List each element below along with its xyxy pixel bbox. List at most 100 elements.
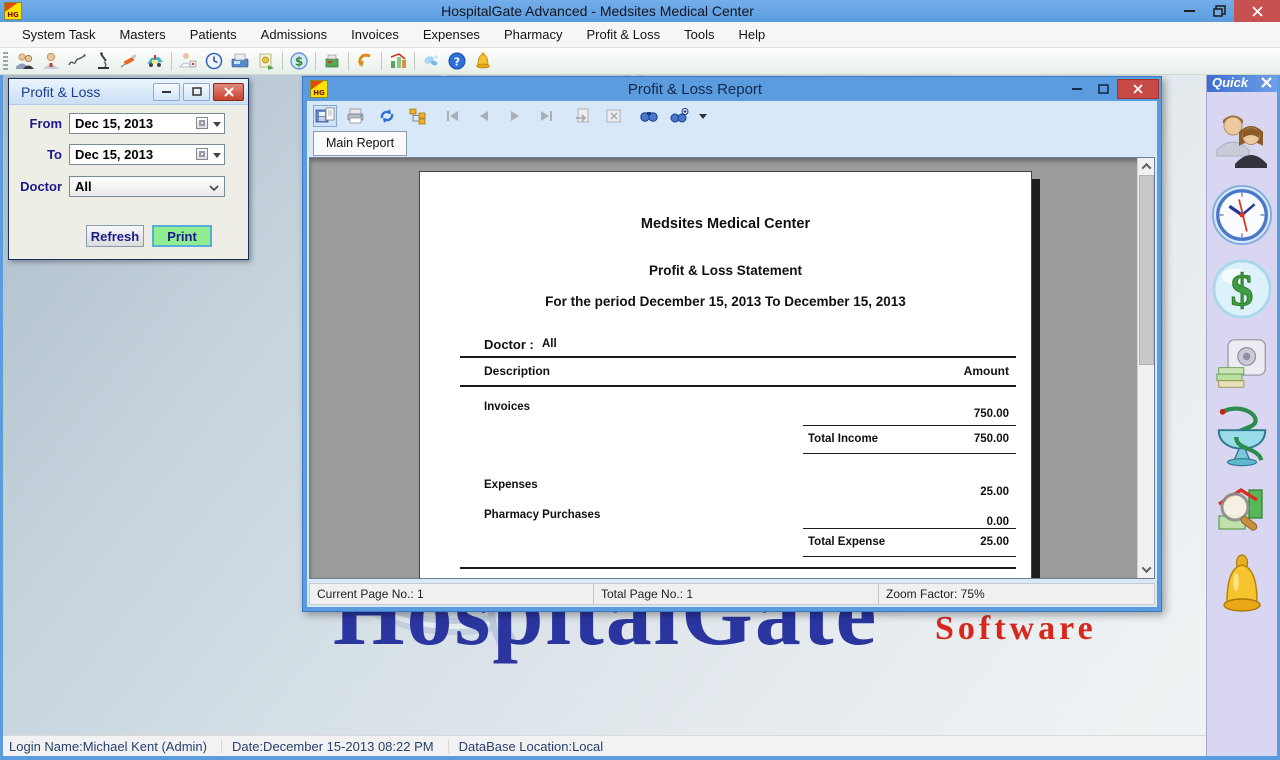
print-button[interactable]: Print (152, 225, 212, 247)
menu-item-pharmacy[interactable]: Pharmacy (492, 22, 575, 48)
menu-item-invoices[interactable]: Invoices (339, 22, 411, 48)
dialog-titlebar: Profit & Loss (9, 79, 248, 105)
report-page-viewer[interactable]: Medsites Medical Center Profit & Loss St… (309, 157, 1155, 579)
report-toolbar (307, 101, 1157, 131)
main-statusbar: Login Name:Michael Kent (Admin) Date:Dec… (3, 735, 1206, 756)
scroll-up-button[interactable] (1138, 158, 1155, 175)
report-subtotal-line (803, 425, 1016, 426)
report-close-button[interactable] (1117, 79, 1159, 99)
find-icon[interactable] (637, 105, 661, 127)
report-row-amount: 750.00 (974, 408, 1009, 420)
minimize-button[interactable] (1174, 0, 1204, 22)
menu-item-tools[interactable]: Tools (672, 22, 726, 48)
expenses-chart-icon[interactable] (385, 50, 411, 72)
menu-item-admissions[interactable]: Admissions (249, 22, 339, 48)
undo-icon[interactable] (352, 50, 378, 72)
billing-dollar-icon[interactable]: $ (286, 50, 312, 72)
menu-item-system-task[interactable]: System Task (10, 22, 107, 48)
next-page-icon[interactable] (503, 105, 527, 127)
quick-search-reports-icon[interactable] (1213, 482, 1271, 540)
chevron-up-icon (1142, 163, 1152, 173)
patient-icon[interactable] (38, 50, 64, 72)
calendar-icon[interactable] (196, 148, 208, 160)
report-row-amount: 0.00 (987, 516, 1009, 528)
scrollbar-thumb[interactable] (1139, 175, 1154, 365)
database-location-status: DataBase Location:Local (448, 739, 618, 754)
minimize-icon (162, 91, 171, 93)
report-minimize-button[interactable] (1063, 79, 1090, 99)
print-icon[interactable] (344, 105, 368, 127)
current-page-status: Current Page No.: 1 (310, 584, 593, 604)
menu-item-help[interactable]: Help (727, 22, 778, 48)
fax-icon[interactable] (227, 50, 253, 72)
refresh-button[interactable]: Refresh (86, 225, 144, 247)
chevron-down-icon[interactable] (213, 153, 221, 158)
zoom-icon[interactable] (668, 105, 692, 127)
lab-microscope-icon[interactable] (90, 50, 116, 72)
close-icon (224, 87, 234, 97)
quick-panel-title: Quick (1212, 75, 1261, 90)
tab-main-report[interactable]: Main Report (313, 131, 407, 156)
close-button[interactable] (1234, 0, 1280, 22)
payments-icon[interactable] (253, 50, 279, 72)
from-date-field[interactable]: Dec 15, 2013 (69, 113, 225, 134)
report-doctor-label: Doctor : (484, 337, 534, 352)
vertical-scrollbar[interactable] (1137, 158, 1154, 578)
menu-item-expenses[interactable]: Expenses (411, 22, 492, 48)
toggle-group-tree-icon[interactable] (406, 105, 430, 127)
close-view-icon[interactable] (602, 105, 626, 127)
zoom-dropdown-caret-icon[interactable] (699, 114, 707, 119)
menu-item-masters[interactable]: Masters (107, 22, 177, 48)
to-date-field[interactable]: Dec 15, 2013 (69, 144, 225, 165)
calendar-icon[interactable] (196, 117, 208, 129)
quick-reminders-bell-icon[interactable] (1213, 554, 1271, 616)
signature-icon[interactable] (64, 50, 90, 72)
quick-pharmacy-icon[interactable] (1211, 404, 1273, 468)
restore-button[interactable] (1204, 0, 1234, 22)
menu-item-profit-loss[interactable]: Profit & Loss (574, 22, 672, 48)
dialog-minimize-button[interactable] (153, 83, 180, 101)
maximize-icon (192, 87, 202, 96)
laundry-splash-icon[interactable] (418, 50, 444, 72)
first-page-icon[interactable] (441, 105, 465, 127)
dialog-maximize-button[interactable] (183, 83, 210, 101)
report-row-label: Invoices (484, 401, 530, 413)
chevron-down-icon[interactable] (213, 122, 221, 127)
patients-group-icon[interactable] (12, 50, 38, 72)
cash-register-icon[interactable] (319, 50, 345, 72)
doctor-row: Doctor All (9, 176, 248, 197)
dialog-close-button[interactable] (213, 83, 244, 101)
report-row-label: Total Expense (808, 536, 885, 548)
total-page-status: Total Page No.: 1 (593, 584, 878, 604)
injection-icon[interactable] (116, 50, 142, 72)
goto-page-icon[interactable] (571, 105, 595, 127)
alerts-bell-icon[interactable] (470, 50, 496, 72)
report-statusbar: Current Page No.: 1 Total Page No.: 1 Zo… (309, 583, 1155, 605)
report-window-logo-icon: HG (311, 81, 327, 97)
refresh-icon[interactable] (375, 105, 399, 127)
previous-page-icon[interactable] (472, 105, 496, 127)
scroll-down-button[interactable] (1138, 561, 1155, 578)
ambulance-icon[interactable] (142, 50, 168, 72)
quick-close-icon[interactable] (1261, 77, 1272, 88)
export-icon[interactable] (313, 105, 337, 127)
quick-panel: Quick $ (1206, 72, 1277, 756)
quick-billing-dollar-icon[interactable]: $ (1211, 258, 1273, 320)
from-date-value: Dec 15, 2013 (75, 116, 153, 131)
quick-appointments-clock-icon[interactable] (1211, 184, 1273, 246)
help-icon[interactable]: ? (444, 50, 470, 72)
toolbar-separator (171, 52, 172, 70)
report-statement-title: Profit & Loss Statement (420, 263, 1031, 278)
report-maximize-button[interactable] (1090, 79, 1117, 99)
menu-bar: System Task Masters Patients Admissions … (0, 22, 1280, 48)
quick-cash-icon[interactable] (1215, 336, 1269, 390)
menu-item-patients[interactable]: Patients (178, 22, 249, 48)
quick-patients-icon[interactable] (1213, 112, 1271, 170)
doctor-schedule-icon[interactable] (175, 50, 201, 72)
last-page-icon[interactable] (534, 105, 558, 127)
appointments-clock-icon[interactable] (201, 50, 227, 72)
report-divider (460, 567, 1016, 569)
doctor-select[interactable]: All (69, 176, 225, 197)
report-center-name: Medsites Medical Center (420, 216, 1031, 232)
toolbar-grip (3, 52, 8, 70)
